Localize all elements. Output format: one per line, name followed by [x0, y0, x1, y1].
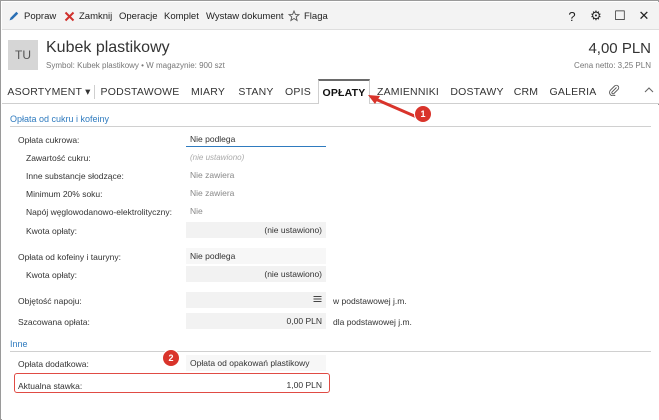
price-net: Cena netto: 3,25 PLN — [574, 61, 651, 70]
fees-panel: Opłata od cukru i kofeiny Opłata cukrowa… — [2, 105, 659, 420]
section-divider — [10, 126, 651, 127]
tab-asortyment[interactable]: ASORTYMENT ▾ — [6, 80, 92, 103]
section-divider — [10, 351, 651, 352]
estimated-fee-label: Szacowana opłata: — [18, 317, 90, 327]
tab-oplaty[interactable]: OPŁATY — [318, 79, 370, 104]
sugar-fee-amount-label: Kwota opłaty: — [26, 226, 78, 236]
issue-document-label: Wystaw dokument — [206, 10, 284, 22]
tab-podstawowe-label: PODSTAWOWE — [100, 85, 180, 98]
caffeine-fee-label: Opłata od kofeiny i tauryny: — [18, 252, 122, 262]
tab-separator — [94, 85, 95, 99]
extra-fee-select[interactable]: Opłata od opakowań plastikowy — [186, 355, 326, 371]
caffeine-fee-select[interactable]: Nie podlega — [186, 248, 326, 264]
close-icon: ✕ — [638, 8, 650, 23]
flag-button[interactable]: Flaga — [288, 2, 328, 30]
caffeine-fee-amount-field: (nie ustawiono) — [186, 266, 326, 282]
drink-volume-input[interactable] — [186, 292, 326, 308]
tab-miary[interactable]: MIARY — [184, 80, 232, 103]
paperclip-icon — [608, 84, 620, 99]
section-title-sugar: Opłata od cukru i kofeiny — [10, 114, 110, 124]
help-button[interactable]: ? — [562, 2, 582, 30]
electrolyte-drink-select[interactable]: Nie — [186, 203, 326, 219]
min-juice-select[interactable]: Nie zawiera — [186, 185, 326, 201]
gear-icon: ⚙ — [590, 8, 602, 23]
caffeine-fee-amount-label: Kwota opłaty: — [26, 270, 78, 280]
edit-button-label: Popraw — [24, 10, 57, 22]
settings-button[interactable]: ⚙ — [586, 2, 606, 30]
estimated-fee-field: 0,00 PLN — [186, 313, 326, 329]
tab-oplaty-label: OPŁATY — [322, 86, 366, 99]
extra-fee-label: Opłata dodatkowa: — [18, 359, 89, 369]
chevron-up-icon — [643, 87, 655, 98]
tab-attachments[interactable] — [604, 80, 624, 103]
collapse-header-button[interactable] — [643, 84, 655, 96]
menu-lines-icon[interactable] — [313, 295, 322, 305]
operations-label: Operacje — [119, 10, 158, 22]
tab-asortyment-label: ASORTYMENT ▾ — [7, 85, 91, 98]
current-rate-highlight — [14, 373, 330, 393]
operations-button[interactable]: Operacje — [119, 2, 158, 30]
close-window-button[interactable]: ✕ — [634, 2, 654, 30]
help-icon: ? — [568, 8, 576, 24]
tab-galeria-label: GALERIA — [549, 85, 597, 98]
tab-zamienniki[interactable]: ZAMIENNIKI — [372, 80, 444, 103]
page-title: Kubek plastikowy — [46, 39, 170, 56]
set-label: Komplet — [164, 10, 199, 22]
tab-miary-label: MIARY — [190, 85, 226, 98]
annotation-badge-1: 1 — [415, 106, 431, 122]
issue-document-button[interactable]: Wystaw dokument — [206, 2, 284, 30]
tab-crm[interactable]: CRM — [510, 80, 542, 103]
toolbar: Popraw Zamknij Operacje Komplet Wystaw d… — [2, 2, 659, 30]
sugar-fee-amount-field: (nie ustawiono) — [186, 222, 326, 238]
section-title-other: Inne — [10, 339, 28, 349]
star-icon — [288, 10, 300, 22]
drink-volume-label: Objętość napoju: — [18, 296, 82, 306]
min-juice-label: Minimum 20% soku: — [26, 189, 103, 199]
sugar-content-label: Zawartość cukru: — [26, 153, 91, 163]
sugar-fee-label: Opłata cukrowa: — [18, 135, 80, 145]
set-button[interactable]: Komplet — [164, 2, 199, 30]
edit-button[interactable]: Popraw — [8, 2, 56, 30]
sugar-content-input[interactable]: (nie ustawiono) — [186, 149, 326, 165]
app-window: Popraw Zamknij Operacje Komplet Wystaw d… — [0, 0, 659, 420]
pencil-icon — [8, 10, 20, 22]
tab-dostawy-label: DOSTAWY — [450, 85, 504, 98]
close-record-label: Zamknij — [79, 10, 113, 22]
close-record-button[interactable]: Zamknij — [64, 2, 112, 30]
tab-crm-label: CRM — [513, 85, 539, 98]
estimated-fee-unit: dla podstawowej j.m. — [333, 317, 412, 327]
maximize-icon: ☐ — [614, 8, 626, 23]
electrolyte-drink-label: Napój węglowodanowo-elektrolityczny: — [26, 207, 172, 217]
avatar: TU — [8, 40, 38, 70]
close-x-icon — [64, 11, 75, 22]
tab-bar: ASORTYMENT ▾ PODSTAWOWE MIARY STANY OPIS… — [2, 79, 659, 104]
flag-label: Flaga — [304, 10, 328, 22]
tab-stany[interactable]: STANY — [233, 80, 279, 103]
price-gross: 4,00 PLN — [588, 40, 651, 57]
maximize-button[interactable]: ☐ — [610, 2, 630, 30]
sugar-fee-select[interactable]: Nie podlega — [186, 131, 326, 147]
drink-volume-unit: w podstawowej j.m. — [333, 296, 407, 306]
tab-opis[interactable]: OPIS — [280, 80, 316, 103]
tab-dostawy[interactable]: DOSTAWY — [448, 80, 506, 103]
annotation-badge-2: 2 — [163, 350, 179, 366]
record-subtitle: Symbol: Kubek plastikowy • W magazynie: … — [46, 61, 225, 70]
tab-zamienniki-label: ZAMIENNIKI — [376, 85, 440, 98]
tab-podstawowe[interactable]: PODSTAWOWE — [99, 80, 181, 103]
tab-stany-label: STANY — [238, 85, 274, 98]
other-sweeteners-label: Inne substancje słodzące: — [26, 171, 124, 181]
tab-opis-label: OPIS — [285, 85, 311, 98]
tab-galeria[interactable]: GALERIA — [546, 80, 600, 103]
other-sweeteners-select[interactable]: Nie zawiera — [186, 167, 326, 183]
record-header: TU Kubek plastikowy Symbol: Kubek plasti… — [2, 30, 659, 80]
